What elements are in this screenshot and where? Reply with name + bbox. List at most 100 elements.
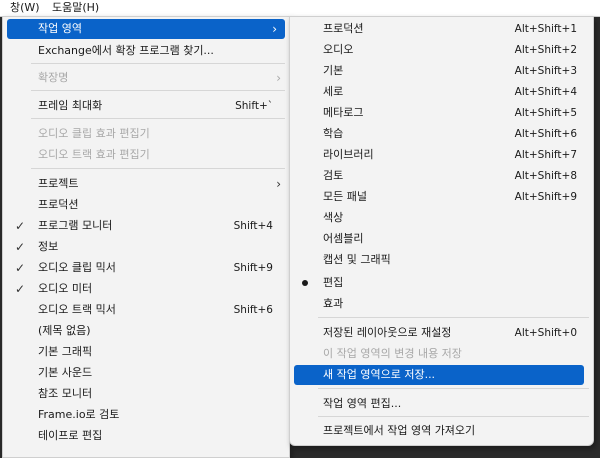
workspace-captions-graphics[interactable]: 캡션 및 그래픽 [290,250,593,270]
import-workspace-from-project[interactable]: 프로젝트에서 작업 영역 가져오기 [290,421,593,441]
menu-item-shortcut: Shift+6 [233,304,273,316]
menu-item-shortcut: Alt+Shift+7 [514,149,577,161]
edit-workspaces[interactable]: 작업 영역 편집... [290,394,593,414]
chevron-right-icon: › [276,71,281,85]
menu-item-label: 라이브러리 [323,148,374,161]
workspace-review[interactable]: 검토 Alt+Shift+8 [290,166,593,186]
menu-item-shortcut: Alt+Shift+6 [514,128,577,140]
menu-item-label: 검토 [323,169,344,182]
workspace-audio[interactable]: 오디오 Alt+Shift+2 [290,40,593,60]
menu-item-shortcut: Alt+Shift+9 [514,191,577,203]
workspace-effects[interactable]: 효과 [290,294,593,314]
save-as-new-workspace[interactable]: 새 작업 영역으로 저장... [294,365,584,385]
menu-item-shortcut: Alt+Shift+4 [514,86,577,98]
menu-item-label: (제목 없음) [38,324,91,337]
checkmark-icon: ✓ [15,219,26,233]
checkmark-icon: ✓ [15,240,26,254]
workspace-vertical[interactable]: 세로 Alt+Shift+4 [290,82,593,102]
selected-bullet-icon [302,280,308,286]
menu-item-maximize-frame[interactable]: 프레임 최대화 Shift+` [3,96,289,116]
menu-item-edit-to-tape[interactable]: 테이프로 편집 [3,426,289,446]
menu-item-audio-clip-effect-editor[interactable]: 오디오 클립 효과 편집기 [3,124,289,144]
menu-separator [31,63,285,64]
menu-item-label: 작업 영역 [38,22,82,35]
menu-item-find-extensions[interactable]: Exchange에서 확장 프로그램 찾기... [3,41,289,61]
menu-item-label: 오디오 트랙 믹서 [38,303,116,316]
menu-item-label: 학습 [323,127,344,140]
workspace-learning[interactable]: 학습 Alt+Shift+6 [290,124,593,144]
menu-item-label: 기본 그래픽 [38,345,93,358]
menu-item-reference-monitor[interactable]: 참조 모니터 [3,384,289,404]
checkmark-icon: ✓ [15,282,26,296]
menu-item-extensions[interactable]: 확장명 › [3,68,289,88]
menubar-help[interactable]: 도움말(H) [52,1,99,15]
menu-item-untitled[interactable]: (제목 없음) [3,321,289,341]
workspace-essentials[interactable]: 기본 Alt+Shift+3 [290,61,593,81]
menu-item-label: 프레임 최대화 [38,99,103,112]
menu-separator [318,416,589,417]
workspace-production[interactable]: 프로덕션 Alt+Shift+1 [290,19,593,39]
workspace-all-panels[interactable]: 모든 패널 Alt+Shift+9 [290,187,593,207]
menu-item-label: 오디오 클립 믹서 [38,261,116,274]
menu-item-label: 프로덕션 [323,22,364,35]
workspaces-submenu: 프로덕션 Alt+Shift+1 오디오 Alt+Shift+2 기본 Alt+… [289,16,594,446]
menu-item-info[interactable]: ✓ 정보 [3,237,289,257]
menu-item-label: 기본 사운드 [38,366,93,379]
menu-item-essential-sound[interactable]: 기본 사운드 [3,363,289,383]
menu-item-shortcut: Shift+9 [233,262,273,274]
menu-item-audio-track-effect-editor[interactable]: 오디오 트랙 효과 편집기 [3,145,289,165]
menu-item-label: 저장된 레이아웃으로 재설정 [323,326,452,339]
menu-item-audio-clip-mixer[interactable]: ✓ 오디오 클립 믹서 Shift+9 [3,258,289,278]
menu-separator [31,90,285,91]
menu-item-program-monitor[interactable]: ✓ 프로그램 모니터 Shift+4 [3,216,289,236]
menu-item-essential-graphics[interactable]: 기본 그래픽 [3,342,289,362]
menubar-window[interactable]: 창(W) [10,1,40,15]
menu-separator [318,388,589,389]
menu-item-shortcut: Alt+Shift+0 [514,327,577,339]
menu-item-label: 오디오 트랙 효과 편집기 [38,148,150,161]
menu-item-label: 이 작업 영역의 변경 내용 저장 [323,347,462,360]
menu-item-workspaces[interactable]: 작업 영역 › [7,19,285,39]
menu-item-audio-track-mixer[interactable]: 오디오 트랙 믹서 Shift+6 [3,300,289,320]
menu-item-label: 참조 모니터 [38,387,93,400]
menu-item-label: 오디오 미터 [38,282,93,295]
save-workspace-changes[interactable]: 이 작업 영역의 변경 내용 저장 [290,344,593,364]
menu-item-shortcut: Alt+Shift+5 [514,107,577,119]
workspace-libraries[interactable]: 라이브러리 Alt+Shift+7 [290,145,593,165]
menu-item-label: 캡션 및 그래픽 [323,253,391,266]
menu-separator [318,317,589,318]
menu-item-label: 정보 [38,240,59,253]
menu-item-label: 기본 [323,64,344,77]
workspace-assembly[interactable]: 어셈블리 [290,229,593,249]
menu-item-label: 프로젝트 [38,177,79,190]
checkmark-icon: ✓ [15,261,26,275]
chevron-right-icon: › [276,177,281,191]
menu-item-label: 메타로그 [323,106,364,119]
window-menu: 작업 영역 › Exchange에서 확장 프로그램 찾기... 확장명 › 프… [2,16,290,458]
workspace-color[interactable]: 색상 [290,208,593,228]
menu-item-project[interactable]: 프로젝트 › [3,174,289,194]
menu-bar: 창(W) 도움말(H) [0,0,600,17]
menu-item-label: 오디오 [323,43,354,56]
menu-item-shortcut: Shift+` [235,100,273,112]
menu-item-label: 작업 영역 편집... [323,397,402,410]
menu-separator [31,168,285,169]
menu-separator [31,118,285,119]
workspace-editing[interactable]: 편집 [290,273,593,293]
menu-item-label: 확장명 [38,71,69,84]
menu-item-label: 편집 [323,276,344,289]
menu-item-label: 모든 패널 [323,190,367,203]
workspace-metalogging[interactable]: 메타로그 Alt+Shift+5 [290,103,593,123]
menu-item-label: 프로젝트에서 작업 영역 가져오기 [323,424,476,437]
chevron-right-icon: › [272,22,277,36]
menu-item-label: 테이프로 편집 [38,429,103,442]
menu-item-label: Exchange에서 확장 프로그램 찾기... [38,44,214,57]
menu-item-review-frameio[interactable]: Frame.io로 검토 [3,405,289,425]
menu-item-label: 새 작업 영역으로 저장... [323,368,436,381]
menu-item-audio-meters[interactable]: ✓ 오디오 미터 [3,279,289,299]
menu-item-production[interactable]: 프로덕션 [3,195,289,215]
reset-to-saved-layout[interactable]: 저장된 레이아웃으로 재설정 Alt+Shift+0 [290,323,593,343]
menu-item-label: 어셈블리 [323,232,364,245]
menu-item-label: 프로덕션 [38,198,79,211]
menu-item-shortcut: Alt+Shift+1 [514,23,577,35]
